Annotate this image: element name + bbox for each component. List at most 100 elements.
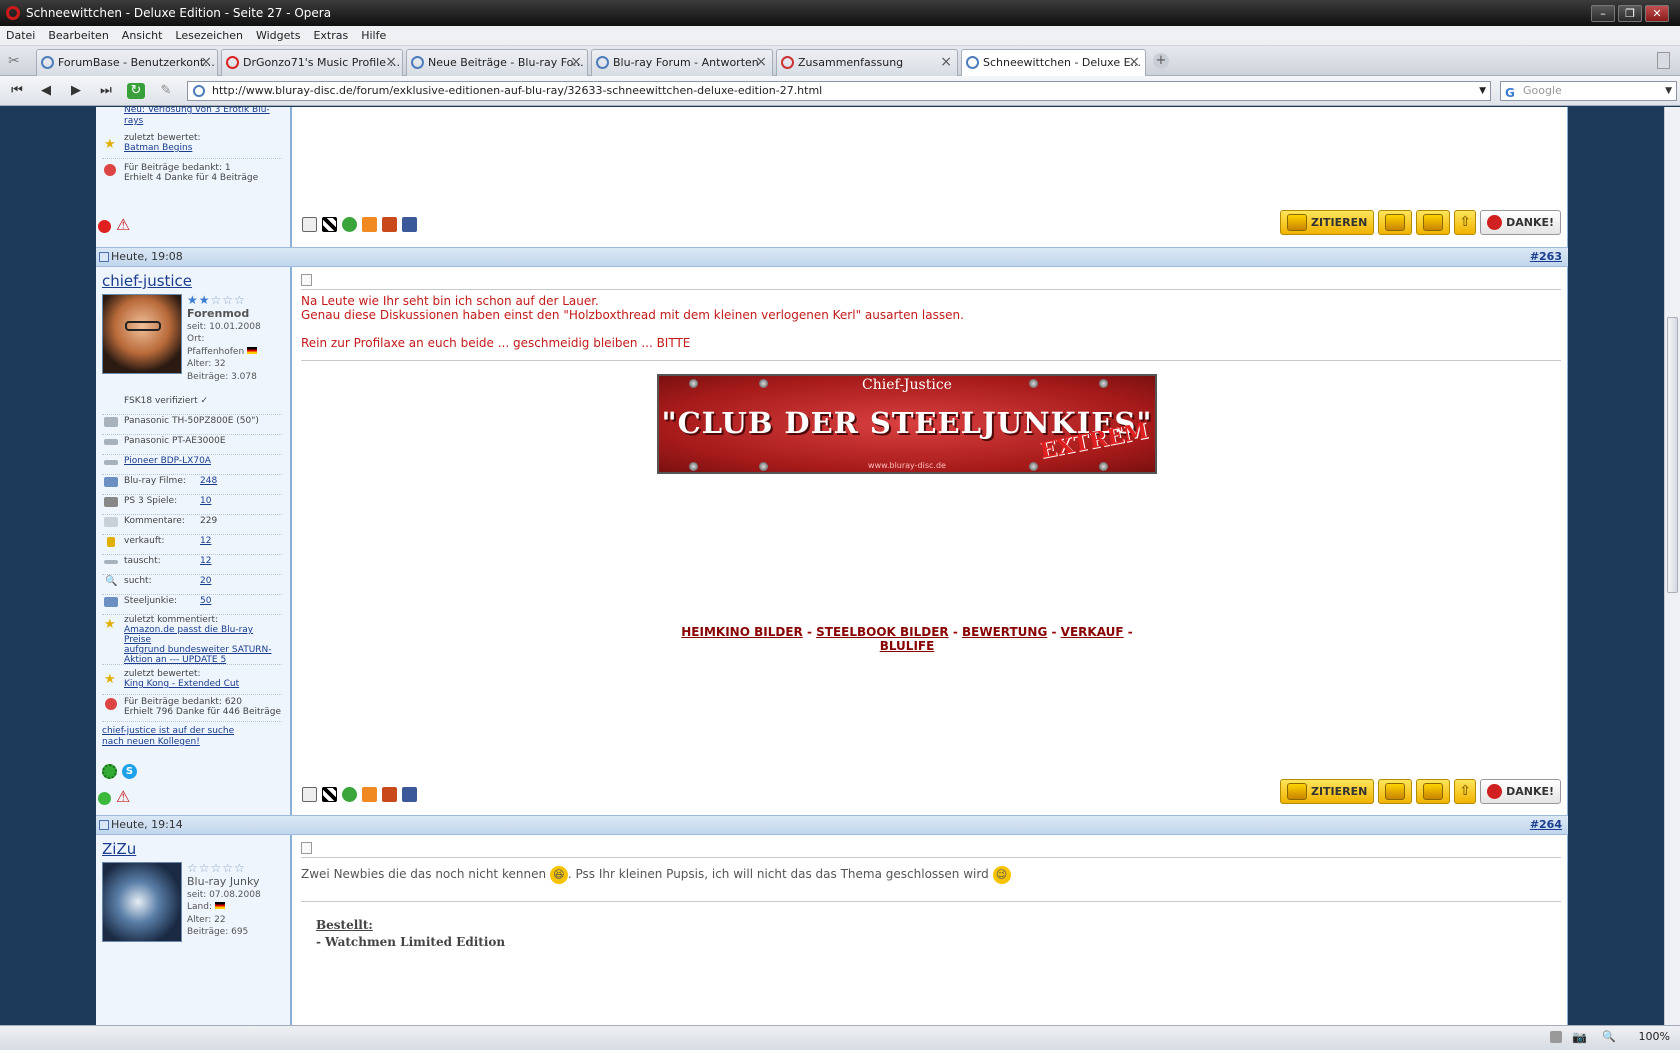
stat-link[interactable]: 10 xyxy=(200,496,211,506)
menu-widgets[interactable]: Widgets xyxy=(256,29,300,42)
zoom-level[interactable]: 100% xyxy=(1639,1030,1670,1043)
page-viewport: Neu: Verlosung von 3 Erotik Blu-rays ★ z… xyxy=(0,107,1664,1025)
multiquote-button[interactable] xyxy=(1378,779,1413,804)
camera-icon[interactable]: 📷 xyxy=(1572,1030,1587,1044)
skype-icon[interactable]: S xyxy=(122,764,137,779)
tab-close-icon[interactable]: × xyxy=(570,50,582,75)
menu-bearbeiten[interactable]: Bearbeiten xyxy=(48,29,108,42)
new-tab-button[interactable]: + xyxy=(1153,53,1169,69)
close-button[interactable]: ✕ xyxy=(1645,5,1669,22)
delicious-icon[interactable] xyxy=(322,217,337,232)
scrollbar-thumb[interactable] xyxy=(1667,317,1678,593)
link-steelbook[interactable]: STEELBOOK BILDER xyxy=(816,625,949,639)
menu-ansicht[interactable]: Ansicht xyxy=(122,29,163,42)
icq-icon[interactable] xyxy=(102,764,117,779)
tab-schneewittchen[interactable]: Schneewittchen - Deluxe E... × xyxy=(961,49,1146,77)
post-number-link[interactable]: #263 xyxy=(1530,248,1562,266)
multiquote-button[interactable] xyxy=(1378,210,1413,235)
rss-icon[interactable] xyxy=(362,217,377,232)
minimize-button[interactable]: – xyxy=(1591,5,1615,22)
social-icon[interactable] xyxy=(382,217,397,232)
reply-button[interactable] xyxy=(1416,210,1451,235)
link-blulife[interactable]: BLULIFE xyxy=(880,639,935,653)
stat-link[interactable]: 20 xyxy=(200,576,211,586)
username-link[interactable]: chief-justice xyxy=(102,272,192,290)
last-commented-link[interactable]: Amazon.de passt die Blu-ray Preise aufgru… xyxy=(124,625,272,665)
avatar[interactable] xyxy=(102,862,182,942)
chevron-down-icon[interactable]: ▼ xyxy=(1665,82,1672,100)
tab-forumbase[interactable]: ForumBase - Benutzerkont... × xyxy=(36,49,218,76)
sidebar-link[interactable]: Neu: Verlosung von 3 Erotik Blu-rays xyxy=(124,107,270,127)
social-icon[interactable] xyxy=(302,217,317,232)
menu-datei[interactable]: Datei xyxy=(6,29,35,42)
link-bewertung[interactable]: BEWERTUNG xyxy=(962,625,1047,639)
quote-button[interactable]: ZITIEREN xyxy=(1279,779,1375,804)
menu-extras[interactable]: Extras xyxy=(313,29,348,42)
post-number-link[interactable]: #264 xyxy=(1530,816,1562,834)
stat-link[interactable]: 12 xyxy=(200,556,211,566)
vertical-scrollbar[interactable] xyxy=(1664,107,1680,1025)
stat-link[interactable]: 50 xyxy=(200,596,211,606)
trash-icon[interactable] xyxy=(1657,52,1670,69)
social-icon[interactable] xyxy=(302,787,317,802)
menu-lesezeichen[interactable]: Lesezeichen xyxy=(175,29,243,42)
tab-neue-beitraege[interactable]: Neue Beiträge - Blu-ray Fo... × xyxy=(406,49,588,76)
back-icon[interactable]: ◀ xyxy=(37,83,55,99)
forward-icon[interactable]: ▶ xyxy=(67,83,85,99)
signature-divider xyxy=(301,901,1561,902)
report-icon[interactable]: ⚠ xyxy=(116,217,130,233)
user-posts: Beiträge: 3.078 xyxy=(187,371,257,382)
link-heimkino[interactable]: HEIMKINO BILDER xyxy=(681,625,803,639)
report-icon[interactable]: ⚠ xyxy=(116,789,130,805)
signature-banner[interactable]: Chief-Justice "CLUB DER STEELJUNKIES" EX… xyxy=(657,374,1157,474)
tab-close-icon[interactable]: × xyxy=(940,50,952,75)
search-input[interactable]: G Google ▼ xyxy=(1500,81,1677,101)
reply-icon xyxy=(1423,783,1444,800)
username-link[interactable]: ZiZu xyxy=(102,840,136,858)
multiquote-icon xyxy=(1385,783,1406,800)
rewind-icon[interactable]: ⏮ xyxy=(8,83,26,99)
top-button[interactable]: ⇧ xyxy=(1454,779,1477,804)
menu-hilfe[interactable]: Hilfe xyxy=(361,29,386,42)
chevron-down-icon[interactable]: ▼ xyxy=(1479,82,1486,100)
stat-link[interactable]: 248 xyxy=(200,476,217,486)
facebook-icon[interactable] xyxy=(402,787,417,802)
stat-link[interactable]: 12 xyxy=(200,536,211,546)
top-button[interactable]: ⇧ xyxy=(1454,210,1477,235)
tab-close-icon[interactable]: × xyxy=(200,50,212,75)
gamepad-icon xyxy=(104,497,118,507)
thanks-button[interactable]: DANKE! xyxy=(1480,779,1561,804)
last-rated-link[interactable]: Batman Begins xyxy=(124,143,192,153)
rss-icon[interactable] xyxy=(362,787,377,802)
tab-close-icon[interactable]: × xyxy=(1128,50,1140,75)
address-bar[interactable]: http://www.bluray-disc.de/forum/exklusiv… xyxy=(187,81,1491,101)
user-age: Alter: 22 xyxy=(187,914,226,925)
fast-forward-icon[interactable]: ⏭ xyxy=(97,83,115,99)
last-rated-link[interactable]: King Kong - Extended Cut xyxy=(124,679,239,689)
avatar[interactable] xyxy=(102,294,182,374)
reply-button[interactable] xyxy=(1416,779,1451,804)
social-icon[interactable] xyxy=(342,217,357,232)
tools-icon[interactable]: ✂ xyxy=(8,53,20,69)
link-verkauf[interactable]: VERKAUF xyxy=(1061,625,1124,639)
tab-bluray-forum[interactable]: Blu-ray Forum - Antworten × xyxy=(591,49,773,76)
tab-close-icon[interactable]: × xyxy=(385,50,397,75)
edit-icon[interactable]: ✎ xyxy=(157,83,175,99)
tab-zusammenfassung[interactable]: Zusammenfassung × xyxy=(776,49,958,76)
social-icon[interactable] xyxy=(382,787,397,802)
tab-drgonzo[interactable]: DrGonzo71's Music Profile ... × xyxy=(221,49,403,76)
star-icon: ★ xyxy=(104,617,116,632)
facebook-icon[interactable] xyxy=(402,217,417,232)
social-icon[interactable] xyxy=(342,787,357,802)
delicious-icon[interactable] xyxy=(322,787,337,802)
google-icon: G xyxy=(1505,86,1515,100)
post-264: ZiZu ☆☆☆☆☆ Blu-ray Junky seit: 07.08.200… xyxy=(96,835,1568,1025)
maximize-button[interactable]: ❐ xyxy=(1618,5,1642,22)
quote-button[interactable]: ZITIEREN xyxy=(1279,210,1375,235)
player-link[interactable]: Pioneer BDP-LX70A xyxy=(124,456,211,466)
reload-icon[interactable]: ↻ xyxy=(127,83,145,99)
panel-icon[interactable] xyxy=(1550,1031,1562,1043)
tab-close-icon[interactable]: × xyxy=(755,50,767,75)
thanks-button[interactable]: DANKE! xyxy=(1480,210,1561,235)
search-status-link[interactable]: chief-justice ist auf der suche nach neue… xyxy=(102,726,234,748)
